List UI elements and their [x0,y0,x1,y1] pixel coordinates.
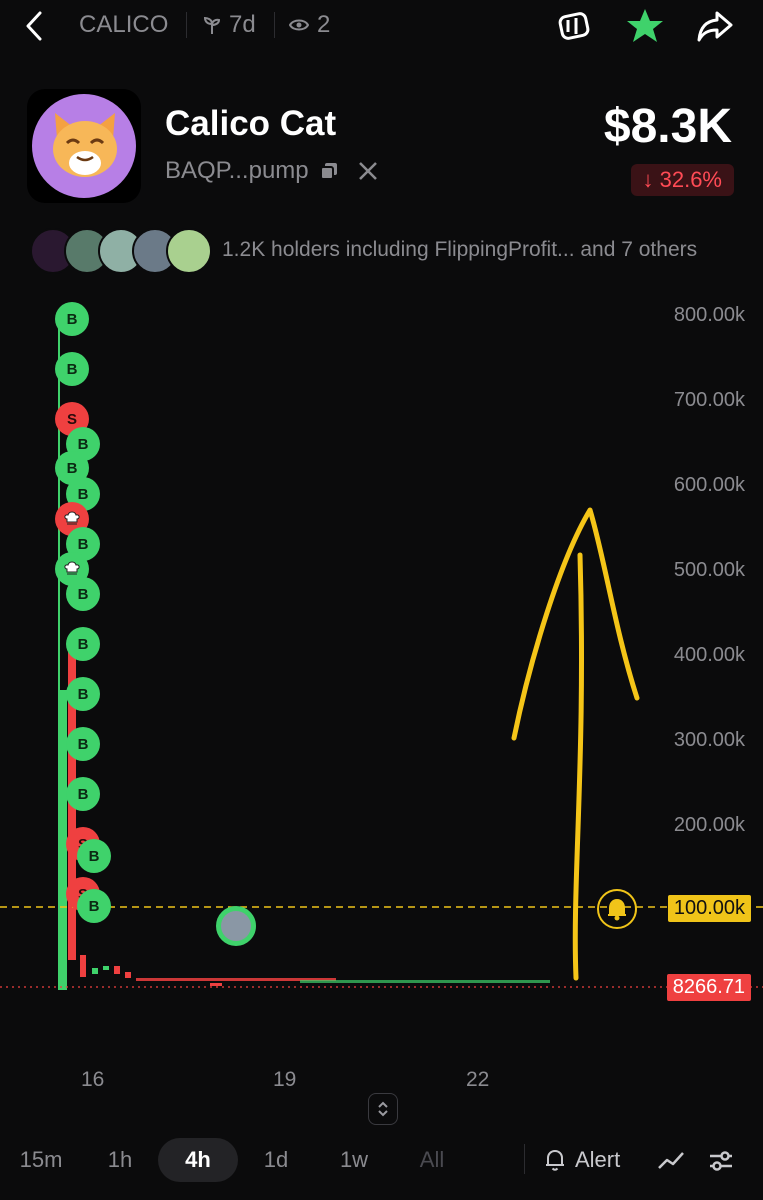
chef-hat-icon [64,511,80,525]
timeframe-1d[interactable]: 1d [246,1138,306,1182]
token-ticker: CALICO [79,11,169,38]
buy-marker[interactable]: B [66,727,100,761]
settings-sliders-icon[interactable] [706,1146,736,1176]
holder-avatar [166,228,212,274]
x-axis-label: 16 [81,1068,105,1091]
token-price: $8.3K [603,100,732,153]
chef-hat-icon [64,561,80,575]
back-arrow-icon[interactable] [20,8,50,44]
y-axis-label: 300.00k [673,729,745,751]
candle-body [210,983,222,986]
sprout-icon [203,16,221,34]
timeframe-1w[interactable]: 1w [324,1138,384,1182]
line-chart-icon[interactable] [656,1146,686,1176]
timeframe-15m[interactable]: 15m [10,1138,72,1182]
candle-body [80,955,86,977]
alert-price-tag[interactable]: 100.00k [667,895,751,922]
eye-icon [289,19,309,31]
y-axis-label: 600.00k [673,474,745,496]
price-change-badge: ↓ 32.6% [630,164,734,196]
timeframe-all[interactable]: All [402,1138,462,1182]
timeframe-bar: 15m 1h 4h 1d 1w All Alert [0,1138,763,1184]
holders-row[interactable]: 1.2K holders including FlippingProfit...… [30,228,740,274]
holder-trade-avatar[interactable] [216,906,256,946]
y-axis-label: 500.00k [673,559,745,581]
buy-marker[interactable]: B [77,889,111,923]
buy-marker[interactable]: B [55,302,89,336]
buy-marker[interactable]: B [66,627,100,661]
alert-bell-button[interactable] [597,889,637,929]
x-axis-label: 19 [273,1068,297,1091]
alert-label: Alert [575,1147,621,1172]
y-axis-label: 400.00k [673,644,745,666]
buy-marker[interactable]: B [77,839,111,873]
price-chart[interactable] [0,290,763,1100]
cat-face-icon [53,113,117,177]
token-address: BAQP...pump [165,157,379,185]
y-axis-label: 700.00k [673,389,745,411]
divider [524,1144,525,1174]
view-count-value: 2 [317,11,331,38]
x-axis-label: 22 [466,1068,490,1091]
share-card-icon[interactable] [554,6,594,46]
view-count: 2 [289,11,330,39]
holders-summary: 1.2K holders including FlippingProfit...… [222,238,698,261]
expand-chart-button[interactable] [368,1093,398,1125]
bell-icon [546,1149,564,1171]
token-avatar [27,89,141,203]
divider [274,12,275,38]
contract-address: BAQP...pump [165,157,309,184]
candle-body [103,966,109,970]
chart-grid [0,290,763,1100]
top-bar: CALICO 7d 2 [0,0,763,52]
y-axis-label: 200.00k [673,814,745,836]
chevron-up-down-icon [378,1101,388,1117]
buy-marker[interactable]: B [55,352,89,386]
timeframe-1h[interactable]: 1h [90,1138,150,1182]
copy-icon[interactable] [319,161,339,181]
candle-body [125,972,131,978]
current-price-tag: 8266.71 [666,974,751,1001]
buy-marker[interactable]: B [66,677,100,711]
y-axis-label: 800.00k [673,304,745,326]
candle-body [114,966,120,974]
token-age-value: 7d [229,11,256,38]
token-name: Calico Cat [165,104,337,143]
token-age: 7d [203,11,256,39]
buy-marker[interactable]: B [66,577,100,611]
alert-button[interactable]: Alert [543,1138,620,1182]
buy-marker[interactable]: B [66,777,100,811]
bell-icon [608,898,626,921]
divider [186,12,187,38]
x-social-icon[interactable] [357,160,379,182]
candle-series [300,980,550,983]
candle-body [92,968,98,974]
share-icon[interactable] [695,6,735,46]
timeframe-4h[interactable]: 4h [158,1138,238,1182]
star-icon[interactable] [625,6,665,46]
